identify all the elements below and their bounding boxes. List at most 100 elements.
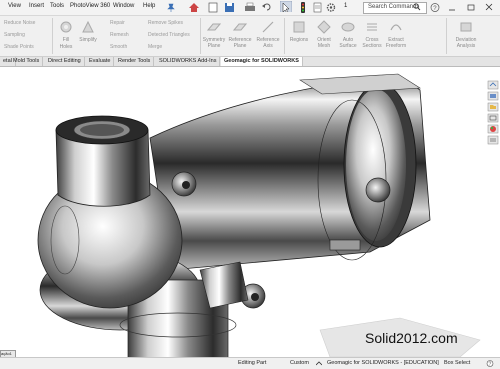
close-icon[interactable] [484, 2, 494, 13]
menu-window[interactable]: Window [113, 3, 134, 9]
minimize-icon[interactable] [447, 2, 457, 13]
simplify-icon [82, 20, 94, 33]
simplify-button[interactable]: Simplify [76, 20, 100, 43]
menu-photoview[interactable]: PhotoView 360 [70, 3, 110, 9]
search-placeholder: Search Commands [368, 4, 420, 10]
restore-icon[interactable] [466, 2, 476, 13]
reference-plane-label: Reference Plane [228, 37, 252, 49]
view-palette-icon[interactable] [487, 113, 499, 123]
ribbon-separator [52, 18, 53, 54]
fill-holes-icon [60, 21, 72, 33]
file-properties-icon[interactable] [312, 2, 322, 13]
smooth-button[interactable]: Smooth [110, 44, 127, 50]
tab-geomagic[interactable]: Geomagic for SOLIDWORKS [221, 57, 303, 66]
reference-axis-icon [262, 21, 274, 33]
auto-surface-label: Auto Surface [339, 37, 357, 49]
graphics-area[interactable] [0, 67, 500, 357]
undo-icon[interactable] [262, 2, 272, 13]
reference-plane-button[interactable]: Reference Plane [228, 20, 252, 49]
menu-insert[interactable]: Insert [29, 3, 44, 9]
shade-points-button[interactable]: Shade Points [4, 44, 34, 50]
status-selection-mode[interactable]: Box Select [444, 360, 470, 366]
ribbon-separator [200, 18, 201, 54]
symmetry-plane-label: Symmetry Plane [202, 37, 226, 49]
pin-icon[interactable] [167, 2, 175, 13]
status-license: Geomagic for SOLIDWORKS - [EDUCATION] [327, 360, 439, 366]
upper-fitting-hole [182, 181, 190, 189]
custom-properties-icon[interactable] [487, 135, 499, 145]
design-library-icon[interactable] [487, 91, 499, 101]
merge-button[interactable]: Merge [148, 44, 162, 50]
extract-freeform-icon [390, 24, 402, 31]
orient-mesh-icon [317, 20, 331, 34]
fill-holes-label-line2: Holes [59, 44, 73, 50]
remesh-button[interactable]: Remesh [110, 32, 129, 38]
options-gear-icon[interactable] [326, 2, 336, 13]
status-units[interactable]: Custom [290, 360, 309, 366]
status-bar: Editing Part Custom Geomagic for SOLIDWO… [0, 357, 500, 369]
tab-evaluate[interactable]: Evaluate [86, 57, 115, 66]
print-icon[interactable] [244, 2, 256, 13]
home-resources-icon[interactable] [487, 80, 499, 90]
traffic-light-icon[interactable] [298, 2, 308, 13]
auto-surface-icon [341, 22, 355, 32]
simplify-label: Simplify [79, 37, 97, 43]
svg-text:?: ? [489, 362, 492, 368]
detected-triangles-button[interactable]: Detected Triangles [148, 32, 190, 38]
command-manager-tabs: etal Mold Tools Direct Editing Evaluate … [0, 57, 500, 67]
cross-sections-button[interactable]: Cross Sections [360, 20, 384, 49]
side-boss[interactable] [365, 177, 391, 203]
mounting-tab[interactable] [329, 239, 361, 251]
repair-button[interactable]: Repair [110, 20, 125, 26]
new-document-icon[interactable] [207, 2, 219, 13]
orient-mesh-label: Orient Mesh [317, 37, 331, 49]
home-icon[interactable] [188, 2, 200, 13]
part-model-view[interactable] [0, 67, 500, 357]
appearances-icon[interactable] [487, 124, 499, 134]
menu-view[interactable]: View [8, 3, 21, 9]
regions-button[interactable]: Regions [287, 20, 311, 43]
fill-holes-label-line1: Fill [62, 37, 70, 43]
lower-fitting-hole [251, 293, 259, 301]
deviation-analysis-button[interactable]: Deviation Analysis [451, 20, 481, 49]
reference-axis-label: Reference Axis [256, 37, 280, 49]
top-port-thread [80, 124, 124, 136]
zoom-count: 1 [344, 3, 348, 9]
reduce-noise-button[interactable]: Reduce Noise [4, 20, 35, 26]
reference-axis-button[interactable]: Reference Axis [256, 20, 280, 49]
sampling-button[interactable]: Sampling [4, 32, 25, 38]
chevron-up-icon[interactable] [316, 361, 322, 366]
cross-sections-icon [367, 23, 377, 31]
fill-holes-button[interactable]: Fill Holes [54, 20, 78, 50]
deviation-analysis-label: Deviation Analysis [455, 37, 477, 49]
symmetry-plane-button[interactable]: Symmetry Plane [202, 20, 226, 49]
orient-mesh-button[interactable]: Orient Mesh [312, 20, 336, 49]
tab-render-tools[interactable]: Render Tools [115, 57, 155, 66]
status-mode: Editing Part [238, 360, 267, 366]
search-icon[interactable] [413, 3, 421, 14]
select-icon[interactable] [280, 1, 292, 12]
extract-freeform-label: Extract Freeform [385, 37, 407, 49]
tab-direct-editing[interactable]: Direct Editing [45, 57, 85, 66]
file-explorer-icon[interactable] [487, 102, 499, 112]
tab-mold-tools[interactable]: Mold Tools [10, 57, 44, 66]
save-icon[interactable] [224, 2, 236, 13]
watermark-text: Solid2012.com [365, 330, 458, 346]
command-ribbon: Reduce Noise Sampling Shade Points Fill … [0, 16, 500, 57]
cross-sections-label: Cross Sections [362, 37, 382, 49]
task-pane-toolbar [487, 80, 499, 145]
ribbon-separator [446, 18, 447, 54]
menu-tools[interactable]: Tools [50, 3, 64, 9]
auto-surface-button[interactable]: Auto Surface [336, 20, 360, 49]
regions-label: Regions [289, 37, 309, 43]
help-icon[interactable]: ? [486, 360, 494, 367]
tab-solidworks-add-ins[interactable]: SOLIDWORKS Add-Ins [156, 57, 221, 66]
cylinder-end-face [346, 89, 406, 241]
help-question-icon[interactable]: ? [430, 2, 440, 13]
extract-freeform-button[interactable]: Extract Freeform [384, 20, 408, 49]
ribbon-separator [284, 18, 285, 54]
menu-bar: View Insert Tools PhotoView 360 Window H… [0, 0, 500, 16]
deviation-analysis-icon [460, 22, 472, 32]
remove-spikes-button[interactable]: Remove Spikes [148, 20, 183, 26]
menu-help[interactable]: Help [143, 3, 155, 9]
